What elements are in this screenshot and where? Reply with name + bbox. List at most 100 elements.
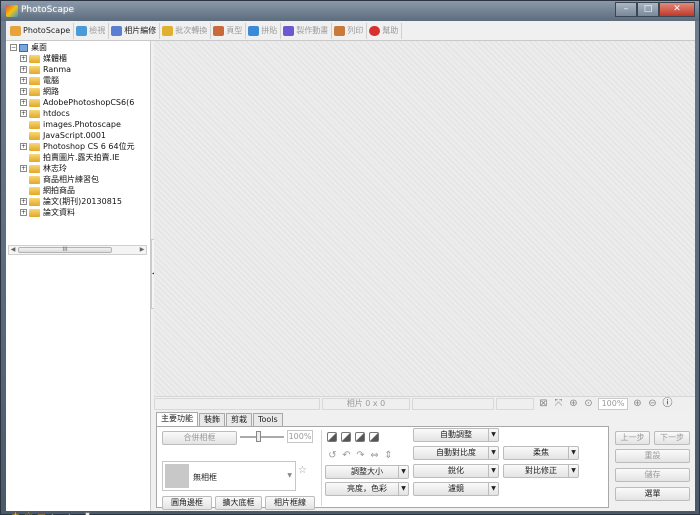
frame-scale-slider[interactable] <box>240 431 284 443</box>
round-border-button[interactable]: 圓角邊框 <box>162 496 212 510</box>
zoom-level-field[interactable]: 100% <box>598 397 628 410</box>
expand-toggle[interactable]: + <box>20 198 27 205</box>
tab-tools[interactable]: Tools <box>253 413 283 426</box>
expand-toggle[interactable]: + <box>20 165 27 172</box>
tab-animated-gif[interactable]: 製作動畫 <box>281 22 333 39</box>
photo-canvas[interactable] <box>154 41 695 396</box>
tree-root[interactable]: − 桌面 <box>10 42 146 53</box>
rotate-right-90-icon[interactable]: ↷ <box>355 450 366 461</box>
tab-home[interactable]: 主要功能 <box>156 412 198 426</box>
tree-item[interactable]: 商品相片練習包 <box>10 174 146 185</box>
tab-combine[interactable]: 拼貼 <box>246 22 282 39</box>
zoom-in-icon[interactable]: ⊕ <box>632 398 643 409</box>
folder-star-icon[interactable]: ☆ <box>23 511 34 515</box>
expand-toggle[interactable]: + <box>20 143 27 150</box>
folder-open-icon[interactable]: ▭ <box>36 511 47 515</box>
tab-crop[interactable]: 剪栽 <box>226 413 252 426</box>
editor-icon <box>111 25 123 36</box>
tree-item[interactable]: + htdocs <box>10 108 146 119</box>
page-icon <box>213 25 225 36</box>
tab-viewer[interactable]: 檢視 <box>74 22 110 39</box>
redo-button[interactable]: 下一步 <box>654 431 690 445</box>
expand-toggle[interactable]: + <box>20 77 27 84</box>
folder-icon <box>29 65 40 74</box>
save-button[interactable]: 儲存 <box>615 468 690 482</box>
photo-border-button[interactable]: 相片框線 <box>265 496 315 510</box>
zoom-fit-icon[interactable]: ⊕ <box>568 398 579 409</box>
reset-button[interactable]: 重設 <box>615 449 690 463</box>
expand-border-button[interactable]: 擴大底框 <box>215 496 262 510</box>
window-title: PhotoScape <box>21 5 75 15</box>
scroll-left-icon[interactable]: ◀ <box>9 246 17 254</box>
favorite-frame-icon[interactable]: ☆ <box>298 465 307 476</box>
tree-item[interactable]: + 媒體櫃 <box>10 53 146 64</box>
soften-button[interactable]: 柔焦 ▼ <box>503 446 579 460</box>
merge-frame-button[interactable]: 合併相框 <box>162 431 237 445</box>
rotate-shape-icon[interactable] <box>355 432 365 442</box>
rotate-left-90-icon[interactable]: ↶ <box>341 450 352 461</box>
thumbnail-size-slider[interactable] <box>79 511 127 515</box>
tab-page[interactable]: 頁型 <box>211 22 247 39</box>
tree-item[interactable]: + 論文(期刊)20130815 <box>10 196 146 207</box>
bright-color-button[interactable]: 亮度，色彩 ▼ <box>325 482 409 496</box>
expand-icon[interactable]: ⤧ <box>553 398 564 409</box>
collapse-toggle[interactable]: − <box>10 44 17 51</box>
zoom-out-icon[interactable]: ⊖ <box>647 398 658 409</box>
maximize-button[interactable]: □ <box>637 2 659 17</box>
expand-toggle[interactable]: + <box>20 99 27 106</box>
flip-vertical-icon[interactable]: ⇕ <box>383 450 394 461</box>
expand-toggle[interactable]: + <box>20 66 27 73</box>
folder-icon <box>29 54 40 63</box>
tab-editor[interactable]: 相片編修 <box>109 22 161 39</box>
tree-item[interactable]: + 電腦 <box>10 75 146 86</box>
resize-button[interactable]: 調整大小 ▼ <box>325 465 409 479</box>
frame-scale-field[interactable]: 100% <box>287 430 313 443</box>
straighten-icon[interactable] <box>369 432 379 442</box>
title-bar[interactable]: PhotoScape – □ ✕ <box>1 1 699 21</box>
tab-print[interactable]: 列印 <box>332 22 368 39</box>
expand-toggle[interactable]: + <box>20 88 27 95</box>
backlight-button[interactable]: 對比修正 ▼ <box>503 464 579 478</box>
flip-horizontal-icon[interactable]: ⇔ <box>369 450 380 461</box>
tab-photoscape[interactable]: PhotoScape <box>8 22 75 39</box>
expand-toggle[interactable]: + <box>20 110 27 117</box>
rotate-left-icon[interactable]: ↺ <box>327 450 338 461</box>
undo-button[interactable]: 上一步 <box>615 431 650 445</box>
tab-help[interactable]: 幫助 <box>367 22 403 39</box>
tree-item[interactable]: + 論文資料 <box>10 207 146 218</box>
tree-item[interactable]: 網拍商品 <box>10 185 146 196</box>
tab-batch[interactable]: 批次轉換 <box>160 22 212 39</box>
filter-button[interactable]: 濾鏡 ▼ <box>413 482 499 496</box>
expand-toggle[interactable]: + <box>20 55 27 62</box>
tree-item[interactable]: + Ranma <box>10 64 146 75</box>
info-icon[interactable]: ⓘ <box>662 398 673 409</box>
tree-item[interactable]: JavaScript.0001 <box>10 130 146 141</box>
scroll-right-icon[interactable]: ▶ <box>138 246 146 254</box>
scrollbar-thumb[interactable]: III <box>18 247 112 253</box>
auto-contrast-button[interactable]: 自動對比度 ▼ <box>413 446 499 460</box>
tree-item[interactable]: + 林志玲 <box>10 163 146 174</box>
folder-tree[interactable]: − 桌面 + 媒體櫃 + Ranma + 電腦 + 網路 + AdobePhotoshopCS6(… <box>10 41 146 244</box>
minimize-button[interactable]: – <box>615 2 637 17</box>
flip-icon[interactable] <box>327 432 337 442</box>
fit-icon[interactable]: ⊠ <box>538 398 549 409</box>
forward-arrow-icon[interactable]: → <box>62 511 73 515</box>
back-arrow-icon[interactable]: ← <box>49 511 60 515</box>
tree-horizontal-scrollbar[interactable]: ◀ III ▶ <box>8 245 147 255</box>
tree-item[interactable]: 拍賣圖片.露天拍賣.IE <box>10 152 146 163</box>
mirror-icon[interactable] <box>341 432 351 442</box>
tree-item[interactable]: + AdobePhotoshopCS6(6 <box>10 97 146 108</box>
slider-knob[interactable] <box>256 431 261 442</box>
zoom-actual-icon[interactable]: ⊙ <box>583 398 594 409</box>
tab-object[interactable]: 裝飾 <box>199 413 225 426</box>
close-button[interactable]: ✕ <box>659 2 695 17</box>
auto-level-button[interactable]: 自動調整 ▼ <box>413 428 499 442</box>
expand-toggle[interactable]: + <box>20 209 27 216</box>
sharpen-button[interactable]: 銳化 ▼ <box>413 464 499 478</box>
favorite-star-icon[interactable]: ★ <box>10 511 21 515</box>
tree-item[interactable]: images.Photoscape <box>10 119 146 130</box>
tree-item[interactable]: + Photoshop CS 6 64位元 <box>10 141 146 152</box>
menu-button[interactable]: 選單 <box>615 487 690 501</box>
tree-item[interactable]: + 網路 <box>10 86 146 97</box>
frame-select[interactable]: 無相框 ▼ <box>162 461 296 491</box>
